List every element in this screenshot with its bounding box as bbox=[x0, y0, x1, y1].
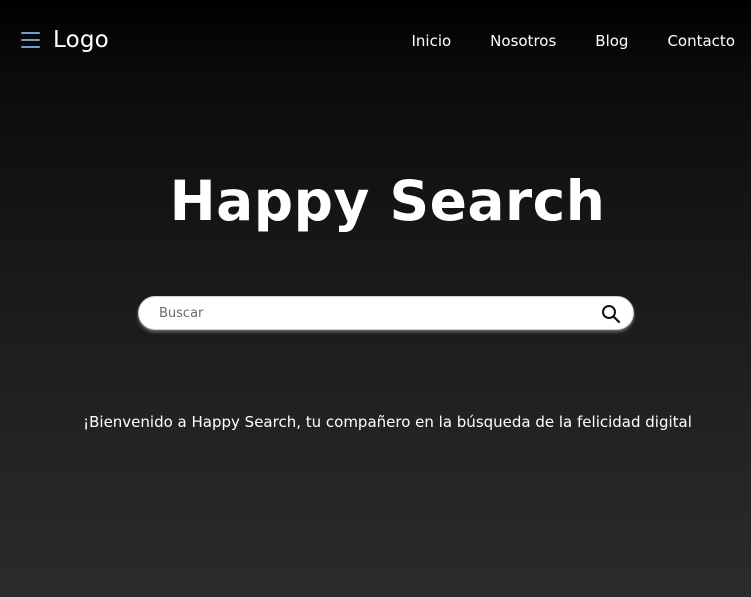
nav-link-blog[interactable]: Blog bbox=[595, 31, 628, 51]
menu-line bbox=[21, 46, 40, 48]
main-nav: Inicio Nosotros Blog Contacto bbox=[372, 31, 735, 51]
site-header: Logo Inicio Nosotros Blog Contacto bbox=[0, 0, 751, 80]
nav-link-inicio[interactable]: Inicio bbox=[411, 31, 451, 51]
nav-link-nosotros[interactable]: Nosotros bbox=[490, 31, 556, 51]
welcome-message: ¡Bienvenido a Happy Search, tu compañero… bbox=[83, 413, 692, 431]
menu-line bbox=[21, 39, 40, 41]
nav-link-contacto[interactable]: Contacto bbox=[667, 31, 735, 51]
hero-title: Happy Search bbox=[169, 169, 606, 233]
search-input[interactable] bbox=[159, 303, 579, 323]
hamburger-menu-icon[interactable] bbox=[21, 31, 40, 49]
search-bar bbox=[138, 296, 634, 330]
menu-line bbox=[21, 32, 40, 34]
logo[interactable]: Logo bbox=[53, 25, 109, 55]
search-icon[interactable] bbox=[601, 304, 621, 324]
search-icon-graphic bbox=[602, 305, 621, 324]
